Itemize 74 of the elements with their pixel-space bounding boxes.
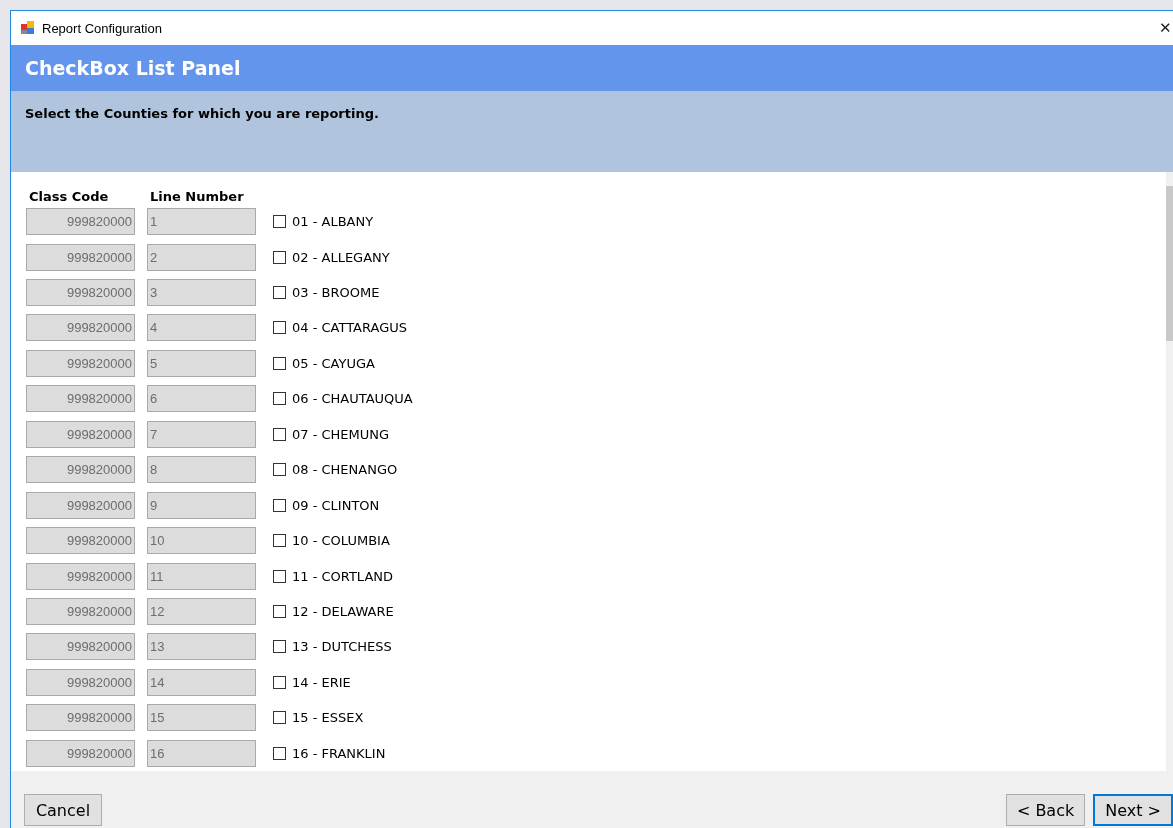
class-code-field: 999820000 (26, 349, 135, 377)
county-checkbox[interactable]: 07 - CHEMUNG (273, 426, 1166, 442)
line-number-field: 4 (147, 314, 256, 342)
checkbox-square[interactable] (273, 746, 286, 760)
county-checkbox[interactable]: 12 - DELAWARE (273, 603, 1166, 619)
class-code-field: 999820000 (26, 208, 135, 236)
line-number-field: 3 (147, 279, 256, 306)
line-number-field: 6 (147, 385, 256, 413)
checkbox-square[interactable] (273, 392, 286, 406)
checkbox-square[interactable] (273, 215, 286, 229)
class-code-field: 999820000 (26, 704, 135, 732)
county-checkbox[interactable]: 06 - CHAUTAUQUA (273, 391, 1166, 407)
checkbox-square[interactable] (273, 534, 286, 548)
class-code-field: 999820000 (26, 527, 135, 555)
county-checkbox[interactable]: 15 - ESSEX (273, 710, 1166, 726)
line-number-field: 7 (147, 420, 256, 448)
county-checkbox[interactable]: 10 - COLUMBIA (273, 533, 1166, 549)
line-number-field: 9 (147, 491, 256, 519)
checkbox-square[interactable] (273, 604, 286, 618)
checkbox-square[interactable] (273, 321, 286, 335)
county-checkbox[interactable]: 02 - ALLEGANY (273, 249, 1166, 265)
class-code-field: 999820000 (26, 314, 135, 342)
class-code-field: 999820000 (26, 491, 135, 519)
close-button[interactable]: ✕ (1157, 19, 1173, 37)
county-checkbox[interactable]: 08 - CHENANGO (273, 462, 1166, 478)
county-checkbox[interactable]: 03 - BROOME (273, 285, 1166, 300)
line-number-field: 11 (147, 562, 256, 590)
county-checkbox[interactable]: 09 - CLINTON (273, 497, 1166, 513)
line-number-field: 1 (147, 208, 256, 236)
class-code-field: 999820000 (26, 279, 135, 306)
checkbox-square[interactable] (273, 250, 286, 264)
county-checkbox[interactable]: 14 - ERIE (273, 674, 1166, 690)
line-number-field: 16 (147, 739, 256, 767)
line-number-field: 10 (147, 527, 256, 555)
instruction-text: Select the Counties for which you are reporting. (25, 106, 379, 121)
county-checkbox[interactable]: 13 - DUTCHESS (273, 639, 1166, 655)
class-code-field: 999820000 (26, 562, 135, 590)
class-code-field: 999820000 (26, 633, 135, 661)
checkbox-square[interactable] (273, 569, 286, 583)
line-number-field: 12 (147, 597, 256, 625)
line-number-field: 15 (147, 704, 256, 732)
class-code-field: 999820000 (26, 739, 135, 767)
line-number-field: 8 (147, 456, 256, 484)
county-checkbox[interactable]: 11 - CORTLAND (273, 568, 1166, 584)
wizard-button[interactable]: < Back (1005, 794, 1086, 826)
checkbox-square[interactable] (273, 640, 286, 654)
checkbox-square[interactable] (273, 427, 286, 441)
app-icon (21, 21, 35, 35)
class-code-field: 999820000 (26, 597, 135, 625)
checkbox-square[interactable] (273, 675, 286, 689)
column-header: Line Number (149, 188, 245, 204)
checkbox-square[interactable] (273, 463, 286, 477)
class-code-field: 999820000 (26, 385, 135, 413)
line-number-field: 5 (147, 349, 256, 377)
county-checkbox[interactable]: 16 - FRANKLIN (273, 745, 1166, 761)
checkbox-square[interactable] (273, 286, 286, 299)
wizard-button[interactable]: Next > (1093, 794, 1173, 826)
class-code-field: 999820000 (26, 456, 135, 484)
checkbox-square[interactable] (273, 356, 286, 370)
class-code-field: 999820000 (26, 420, 135, 448)
wizard-button[interactable]: Cancel (24, 794, 102, 826)
checkbox-square[interactable] (273, 711, 286, 725)
window-title: Report Configuration (42, 20, 163, 36)
line-number-field: 14 (147, 668, 256, 696)
line-number-field: 13 (147, 633, 256, 661)
column-header: Class Code (28, 188, 110, 204)
county-checkbox[interactable]: 04 - CATTARAGUS (273, 320, 1166, 336)
county-checkbox[interactable]: 01 - ALBANY (273, 214, 1166, 230)
checkbox-square[interactable] (273, 498, 286, 512)
line-number-field: 2 (147, 243, 256, 271)
class-code-field: 999820000 (26, 243, 135, 271)
class-code-field: 999820000 (26, 668, 135, 696)
panel-title: CheckBox List Panel (25, 57, 241, 79)
county-checkbox[interactable]: 05 - CAYUGA (273, 355, 1166, 371)
